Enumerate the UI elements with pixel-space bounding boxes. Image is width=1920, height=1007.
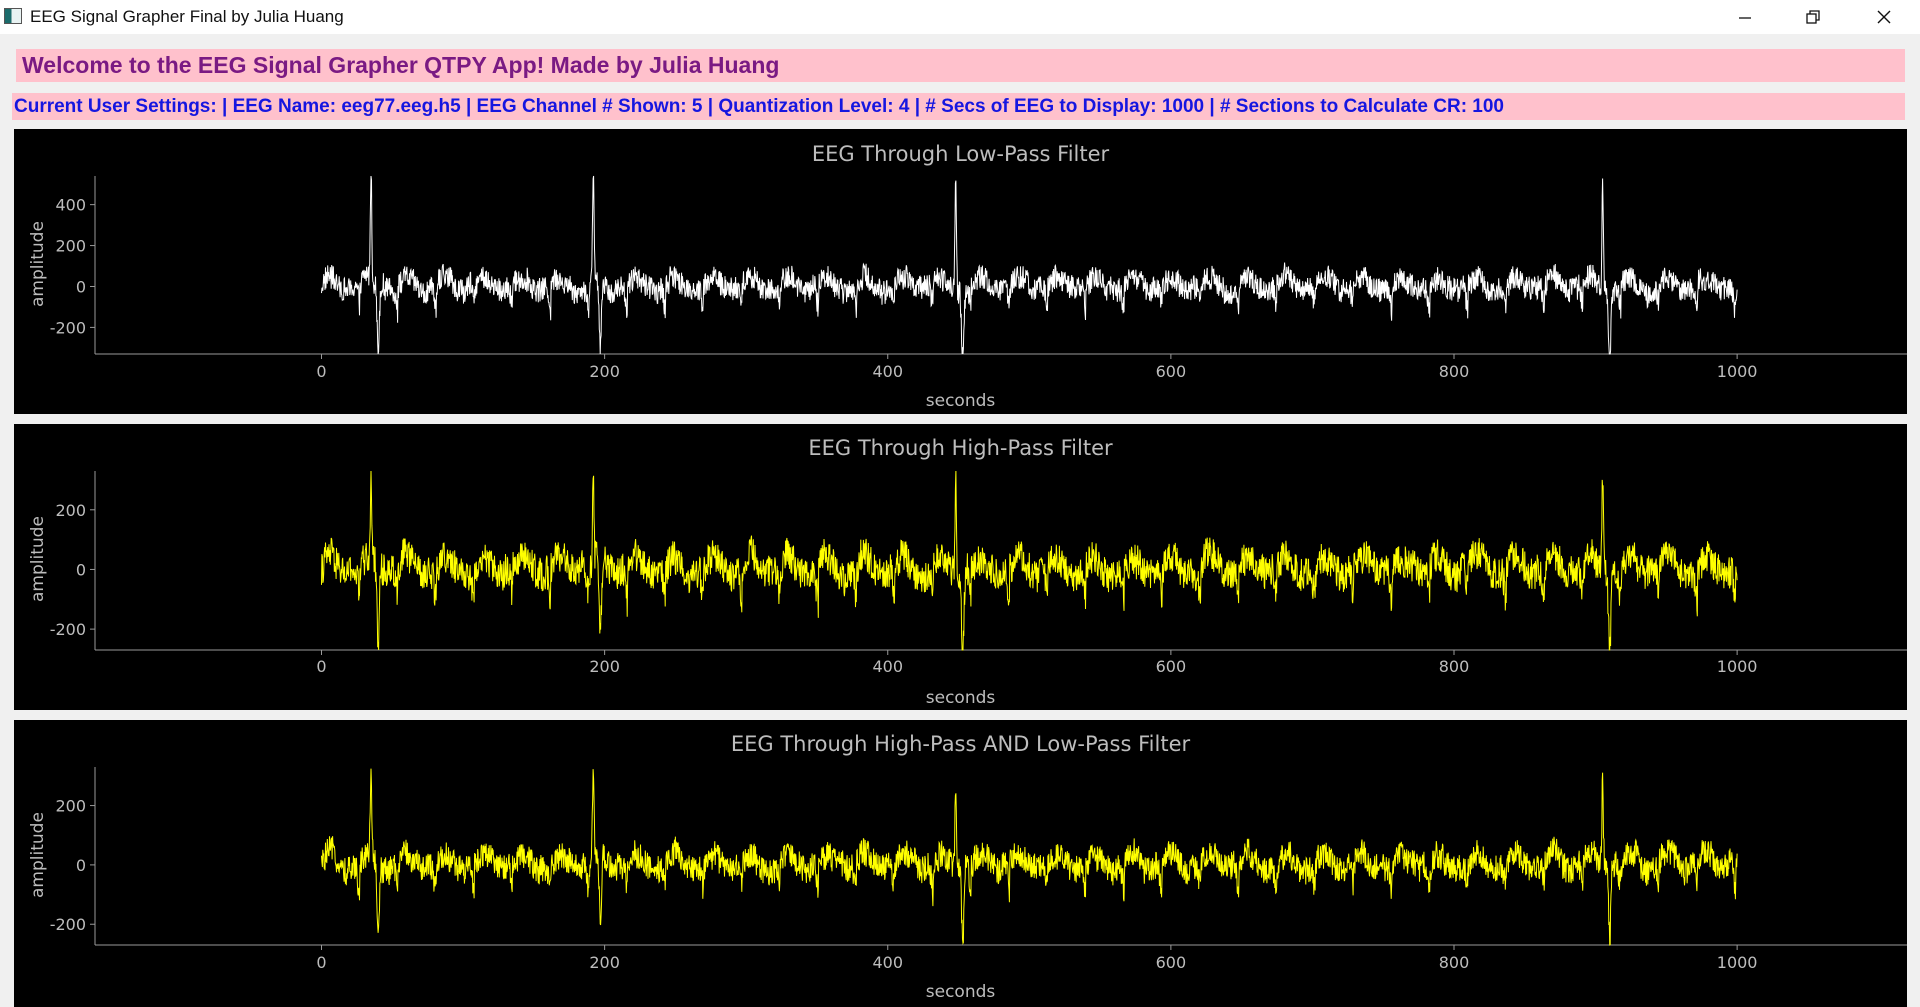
lowpass-plot-title: EEG Through Low-Pass Filter <box>811 142 1110 166</box>
x-tick-label: 400 <box>872 657 903 676</box>
lowpass-x-axis-label: seconds <box>925 391 996 411</box>
highpass-plot-title: EEG Through High-Pass Filter <box>808 436 1113 460</box>
eeg-trace-series <box>321 768 1738 946</box>
bandpass-y-axis-label: amplitude <box>28 812 48 898</box>
bandpass-plot-panel[interactable]: 0 200 400 600 800 1000 200 0 -200 EEG Through Hi… <box>14 720 1907 1007</box>
highpass-plot-svg: 0 200 400 600 800 1000 200 0 -200 <box>50 470 1907 676</box>
highpass-y-axis-label: amplitude <box>28 516 48 602</box>
x-tick-label: 600 <box>1156 362 1187 381</box>
y-tick-label: -200 <box>50 915 86 934</box>
bandpass-plot-title: EEG Through High-Pass AND Low-Pass Filte… <box>730 732 1191 756</box>
y-tick-label: 200 <box>55 237 86 256</box>
x-tick-label: 0 <box>316 657 326 676</box>
x-tick-label: 800 <box>1439 362 1470 381</box>
bandpass-x-axis-label: seconds <box>925 982 996 1002</box>
bandpass-plot-svg: 0 200 400 600 800 1000 200 0 -200 <box>50 767 1907 972</box>
close-icon <box>1877 10 1891 24</box>
x-tick-label: 600 <box>1156 953 1187 972</box>
close-button[interactable] <box>1855 0 1913 34</box>
app-window-icon <box>4 8 22 24</box>
x-tick-label: 1000 <box>1717 953 1758 972</box>
y-tick-label: 0 <box>76 560 86 579</box>
y-tick-label: 0 <box>76 277 86 296</box>
minimize-button[interactable] <box>1716 0 1774 34</box>
x-tick-label: 1000 <box>1717 657 1758 676</box>
x-tick-label: 600 <box>1156 657 1187 676</box>
restore-button[interactable] <box>1784 0 1842 34</box>
y-tick-label: 0 <box>76 856 86 875</box>
y-tick-label: 400 <box>55 196 86 215</box>
highpass-x-axis-label: seconds <box>925 688 996 708</box>
window-title: EEG Signal Grapher Final by Julia Huang <box>30 7 344 26</box>
y-tick-label: 200 <box>55 797 86 816</box>
x-tick-label: 200 <box>589 953 620 972</box>
x-tick-label: 800 <box>1439 953 1470 972</box>
x-tick-label: 800 <box>1439 657 1470 676</box>
welcome-banner: Welcome to the EEG Signal Grapher QTPY A… <box>16 49 1905 82</box>
lowpass-plot-panel[interactable]: 0 200 400 600 800 1000 400 200 0 -200 EEG Through… <box>14 129 1907 414</box>
y-tick-label: 200 <box>55 501 86 520</box>
lowpass-plot-svg: 0 200 400 600 800 1000 400 200 0 -200 <box>50 175 1907 381</box>
user-settings-bar: Current User Settings: | EEG Name: eeg77… <box>12 93 1905 120</box>
eeg-trace-series <box>321 470 1738 651</box>
minimize-icon <box>1739 17 1751 19</box>
x-tick-label: 1000 <box>1717 362 1758 381</box>
y-tick-label: -200 <box>50 620 86 639</box>
lowpass-y-axis-label: amplitude <box>28 221 48 307</box>
y-tick-label: -200 <box>50 318 86 337</box>
window-titlebar: EEG Signal Grapher Final by Julia Huang <box>0 0 1920 34</box>
x-tick-label: 0 <box>316 953 326 972</box>
x-tick-label: 200 <box>589 657 620 676</box>
highpass-plot-panel[interactable]: 0 200 400 600 800 1000 200 0 -200 EEG Through Hi… <box>14 424 1907 710</box>
x-tick-label: 400 <box>872 953 903 972</box>
restore-icon <box>1806 10 1820 24</box>
x-tick-label: 0 <box>316 362 326 381</box>
eeg-trace-series <box>321 175 1738 355</box>
x-tick-label: 200 <box>589 362 620 381</box>
x-tick-label: 400 <box>872 362 903 381</box>
